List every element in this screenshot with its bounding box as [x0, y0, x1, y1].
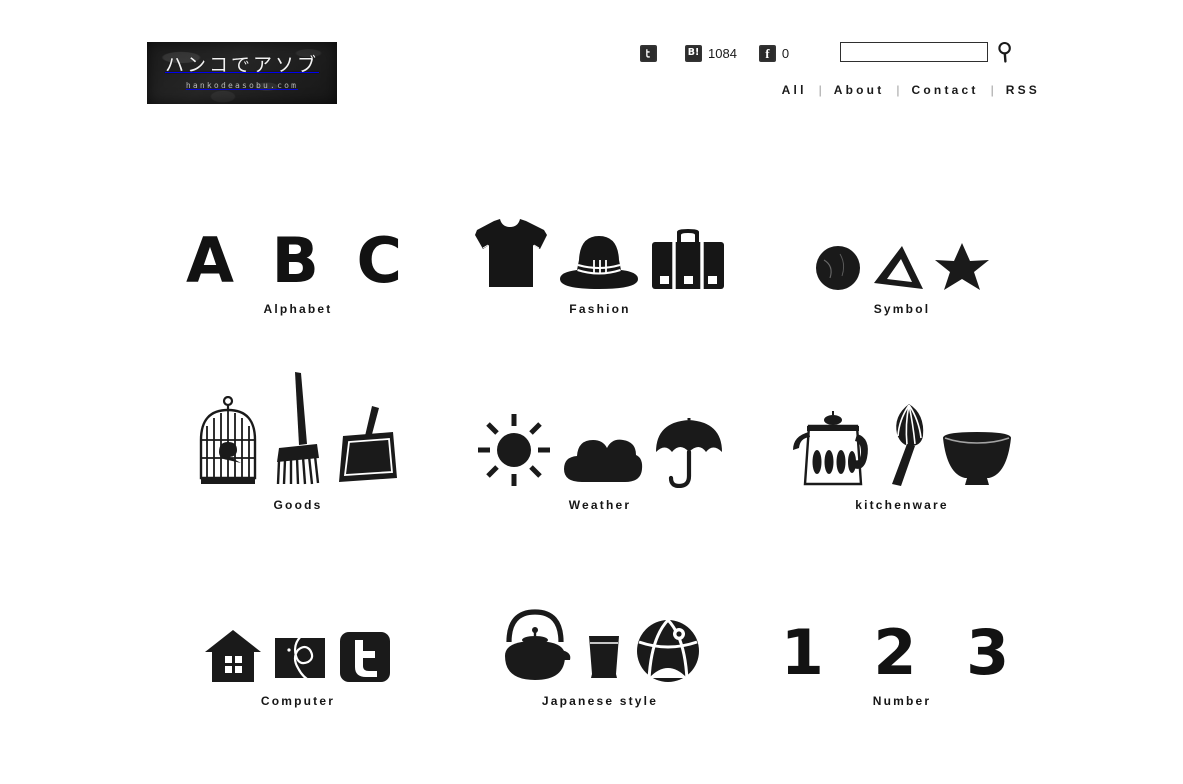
- category-label: Goods: [273, 498, 323, 512]
- category-label: Symbol: [873, 302, 931, 316]
- cloud-icon: [564, 439, 643, 482]
- nav-link-all[interactable]: All: [782, 83, 807, 97]
- logo-subtitle: hankodeasobu.com: [185, 81, 299, 90]
- birdcage-icon: [199, 396, 257, 484]
- number-digits: 1 2 3: [780, 616, 1024, 689]
- teapot-icon: [505, 609, 571, 680]
- logo-title: ハンコでアソブ: [164, 54, 319, 76]
- tshirt-icon: [475, 219, 547, 287]
- computer-artwork: [204, 588, 392, 684]
- nav-link-about[interactable]: About: [834, 83, 885, 97]
- main-navigation: All | About | Contact | RSS: [640, 83, 1040, 97]
- category-fashion[interactable]: Fashion: [449, 196, 751, 392]
- dustpan-icon: [339, 406, 397, 482]
- nav-link-contact[interactable]: Contact: [912, 83, 979, 97]
- mail-icon: [275, 632, 325, 684]
- hatena-bookmark-icon[interactable]: B!: [685, 44, 702, 62]
- suitcase-icon: [652, 229, 724, 289]
- umbrella-icon: [656, 418, 722, 488]
- category-label: Number: [872, 694, 932, 708]
- kitchenware-artwork: [791, 392, 1013, 488]
- bowl-icon: [943, 432, 1011, 485]
- category-label: Japanese style: [541, 694, 659, 708]
- alphabet-artwork: A B C: [186, 196, 410, 292]
- search-icon[interactable]: [997, 41, 1013, 63]
- symbol-artwork: [814, 196, 990, 292]
- house-icon: [205, 630, 261, 682]
- triangle-icon: [874, 246, 923, 289]
- temari-ball-icon: [637, 618, 699, 682]
- nav-link-rss[interactable]: RSS: [1006, 83, 1040, 97]
- twitter-share[interactable]: [640, 44, 663, 62]
- twitter-bird-glyph: [646, 48, 650, 58]
- category-grid: A B C Alphabet Fashion Symbol Goods Weat…: [147, 196, 1053, 784]
- category-kitchenware[interactable]: kitchenware: [751, 392, 1053, 588]
- category-weather[interactable]: Weather: [449, 392, 751, 588]
- category-alphabet[interactable]: A B C Alphabet: [147, 196, 449, 392]
- search-input[interactable]: [840, 42, 988, 62]
- weather-artwork: [476, 392, 724, 488]
- sun-icon: [478, 414, 550, 486]
- site-logo[interactable]: ハンコでアソブ hankodeasobu.com: [147, 42, 337, 104]
- circle-icon: [816, 246, 860, 290]
- category-label: Computer: [260, 694, 336, 708]
- category-label: Alphabet: [263, 302, 333, 316]
- category-label: Weather: [568, 498, 632, 512]
- facebook-count: 0: [781, 45, 790, 61]
- category-symbol[interactable]: Symbol: [751, 196, 1053, 392]
- category-label: kitchenware: [855, 498, 949, 512]
- number-artwork: 1 2 3: [781, 588, 1024, 684]
- nav-separator: |: [990, 83, 994, 97]
- hat-icon: [560, 236, 638, 289]
- category-japanese-style[interactable]: Japanese style: [449, 588, 751, 784]
- goods-artwork: [197, 372, 399, 488]
- facebook-share[interactable]: f 0: [758, 44, 790, 62]
- category-number[interactable]: 1 2 3 Number: [751, 588, 1053, 784]
- search-form: [840, 41, 1013, 63]
- category-computer[interactable]: Computer: [147, 588, 449, 784]
- site-header: ハンコでアソブ hankodeasobu.com B! 1084 f 0 All…: [0, 0, 1183, 140]
- hatena-count: 1084: [708, 45, 737, 61]
- nav-separator: |: [818, 83, 822, 97]
- category-label: Fashion: [569, 302, 631, 316]
- whisk-icon: [892, 404, 924, 486]
- nav-separator: |: [896, 83, 900, 97]
- teacup-icon: [589, 636, 619, 678]
- broom-icon: [276, 372, 320, 485]
- fashion-artwork: [474, 196, 726, 292]
- category-goods[interactable]: Goods: [147, 372, 449, 588]
- alphabet-letters: A B C: [186, 224, 410, 297]
- facebook-icon[interactable]: f: [758, 44, 776, 62]
- twitter-square-icon: [340, 632, 390, 682]
- header-right-cluster: B! 1084 f 0 All | About | Contact | RSS: [640, 40, 1040, 97]
- twitter-icon[interactable]: [640, 44, 657, 62]
- japanese-style-artwork: [499, 588, 701, 684]
- kettle-icon: [793, 411, 868, 486]
- star-icon: [935, 243, 989, 290]
- social-share-row: B! 1084 f 0: [640, 40, 1040, 66]
- hatena-share[interactable]: B! 1084: [685, 44, 737, 62]
